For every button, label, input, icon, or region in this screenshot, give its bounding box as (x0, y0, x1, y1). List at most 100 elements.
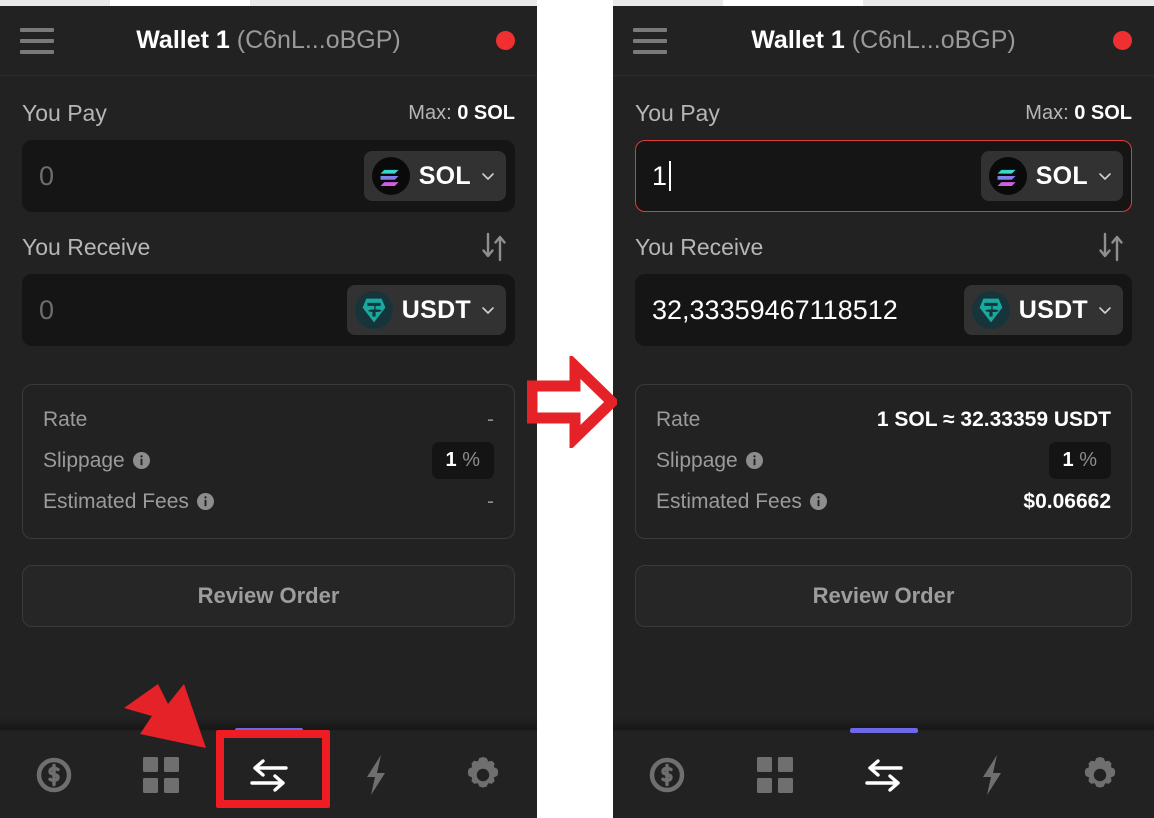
fees-row: Estimated Fees $0.06662 (656, 481, 1111, 522)
max-value: 0 SOL (1074, 101, 1132, 124)
wallet-header: Wallet 1 (C6nL...oBGP) (613, 6, 1154, 76)
slippage-row: Slippage 1 % (656, 440, 1111, 481)
slippage-label: Slippage (43, 449, 150, 473)
red-right-arrow-outline (527, 356, 617, 448)
wallet-panel-after: Wallet 1 (C6nL...oBGP) You Pay Max: 0 SO… (613, 0, 1154, 818)
status-dot-icon[interactable] (1113, 31, 1132, 50)
slippage-label-text: Slippage (43, 448, 125, 472)
chevron-down-icon (482, 307, 494, 314)
you-pay-input-box[interactable]: 1 SOL (635, 140, 1132, 212)
fees-value: - (487, 489, 494, 513)
review-order-button[interactable]: Review Order (635, 565, 1132, 627)
text-cursor (669, 161, 672, 191)
rate-value: - (487, 407, 494, 431)
review-order-button[interactable]: Review Order (22, 565, 515, 627)
you-receive-token-selector[interactable]: USDT (963, 285, 1123, 335)
you-pay-input[interactable]: 1 (652, 161, 667, 192)
fees-row: Estimated Fees - (43, 481, 494, 522)
dollar-circle-icon (649, 757, 685, 792)
hamburger-icon[interactable] (633, 27, 667, 54)
slippage-value[interactable]: 1 % (431, 442, 494, 479)
tab-activity[interactable] (938, 731, 1046, 818)
sol-token-icon (988, 157, 1027, 195)
you-receive-input[interactable]: 32,33359467118512 (652, 295, 898, 326)
lightning-bolt-icon (982, 754, 1001, 795)
you-pay-token-symbol: SOL (418, 161, 471, 190)
wallet-panel-before: Wallet 1 (C6nL...oBGP) You Pay Max: 0 SO… (0, 0, 537, 818)
tab-apps[interactable] (107, 731, 214, 818)
you-pay-token-selector[interactable]: SOL (980, 151, 1123, 201)
slippage-number: 1 (1062, 449, 1074, 471)
tab-swap[interactable] (215, 728, 322, 818)
wallet-name: Wallet 1 (136, 26, 230, 54)
tab-settings[interactable] (1046, 731, 1154, 818)
you-receive-row: You Receive (635, 228, 1132, 266)
you-receive-row: You Receive (22, 228, 515, 266)
bottom-tab-bar (613, 717, 1154, 818)
rate-value: 1 SOL ≈ 32.33359 USDT (876, 407, 1111, 431)
tab-swap[interactable] (829, 728, 937, 818)
tab-apps[interactable] (721, 731, 829, 818)
swap-vertical-arrows-icon[interactable] (473, 230, 515, 264)
you-pay-label: You Pay (22, 99, 107, 126)
info-icon[interactable] (809, 493, 827, 510)
swap-details-card: Rate - Slippage 1 % Estimated Fees - (22, 384, 515, 539)
wallet-name: Wallet 1 (751, 26, 845, 54)
rate-row: Rate 1 SOL ≈ 32.33359 USDT (656, 399, 1111, 440)
bottom-tab-bar (0, 717, 537, 818)
fees-label-text: Estimated Fees (43, 489, 189, 513)
you-pay-token-symbol: SOL (1035, 161, 1088, 190)
rate-row: Rate - (43, 399, 494, 440)
max-label: Max: (408, 101, 452, 124)
you-receive-token-symbol: USDT (401, 295, 471, 324)
you-receive-input[interactable]: 0 (39, 295, 54, 326)
swap-horizontal-arrows-icon (249, 758, 288, 792)
max-balance: Max: 0 SOL (1025, 102, 1132, 125)
hamburger-icon[interactable] (20, 27, 54, 54)
you-receive-token-selector[interactable]: USDT (346, 285, 506, 335)
page-title: Wallet 1 (C6nL...oBGP) (613, 26, 1154, 55)
info-icon[interactable] (196, 493, 214, 510)
fees-label: Estimated Fees (43, 490, 214, 514)
grid-squares-icon (757, 756, 794, 793)
tab-tokens[interactable] (0, 731, 107, 818)
slippage-unit: % (462, 449, 480, 471)
you-receive-label: You Receive (635, 233, 764, 260)
screenshot-stage: Wallet 1 (C6nL...oBGP) You Pay Max: 0 SO… (0, 0, 1154, 818)
chevron-down-icon (1099, 307, 1111, 314)
grid-squares-icon (143, 756, 180, 793)
swap-details-card: Rate 1 SOL ≈ 32.33359 USDT Slippage 1 % … (635, 384, 1132, 539)
chevron-down-icon (482, 173, 494, 180)
active-tab-indicator (234, 728, 303, 733)
you-pay-token-selector[interactable]: SOL (363, 151, 506, 201)
tab-settings[interactable] (430, 731, 537, 818)
wallet-address: (C6nL...oBGP) (236, 26, 401, 54)
dollar-circle-icon (36, 757, 71, 792)
slippage-number: 1 (445, 449, 457, 471)
slippage-label-text: Slippage (656, 448, 738, 472)
active-tab-indicator (849, 728, 918, 733)
chevron-down-icon (1099, 173, 1111, 180)
status-dot-icon[interactable] (496, 31, 515, 50)
fees-label: Estimated Fees (656, 490, 827, 514)
you-receive-input-box[interactable]: 0 USDT (22, 274, 515, 346)
max-label: Max: (1025, 101, 1069, 124)
rate-label: Rate (43, 407, 88, 431)
tab-tokens[interactable] (613, 731, 721, 818)
max-value: 0 SOL (457, 101, 515, 124)
fees-value: $0.06662 (1023, 489, 1111, 513)
you-receive-input-box[interactable]: 32,33359467118512 USDT (635, 274, 1132, 346)
info-icon[interactable] (132, 452, 150, 469)
tab-activity[interactable] (322, 731, 429, 818)
slippage-unit: % (1079, 449, 1097, 471)
slippage-value[interactable]: 1 % (1048, 442, 1111, 479)
info-icon[interactable] (745, 452, 763, 469)
swap-horizontal-arrows-icon (864, 758, 903, 792)
swap-vertical-arrows-icon[interactable] (1090, 230, 1132, 264)
wallet-header: Wallet 1 (C6nL...oBGP) (0, 6, 537, 76)
you-receive-token-symbol: USDT (1018, 295, 1088, 324)
you-pay-label: You Pay (635, 99, 720, 126)
you-pay-input[interactable]: 0 (39, 161, 54, 192)
you-pay-row: You Pay Max: 0 SOL (22, 94, 515, 132)
you-pay-input-box[interactable]: 0 SOL (22, 140, 515, 212)
